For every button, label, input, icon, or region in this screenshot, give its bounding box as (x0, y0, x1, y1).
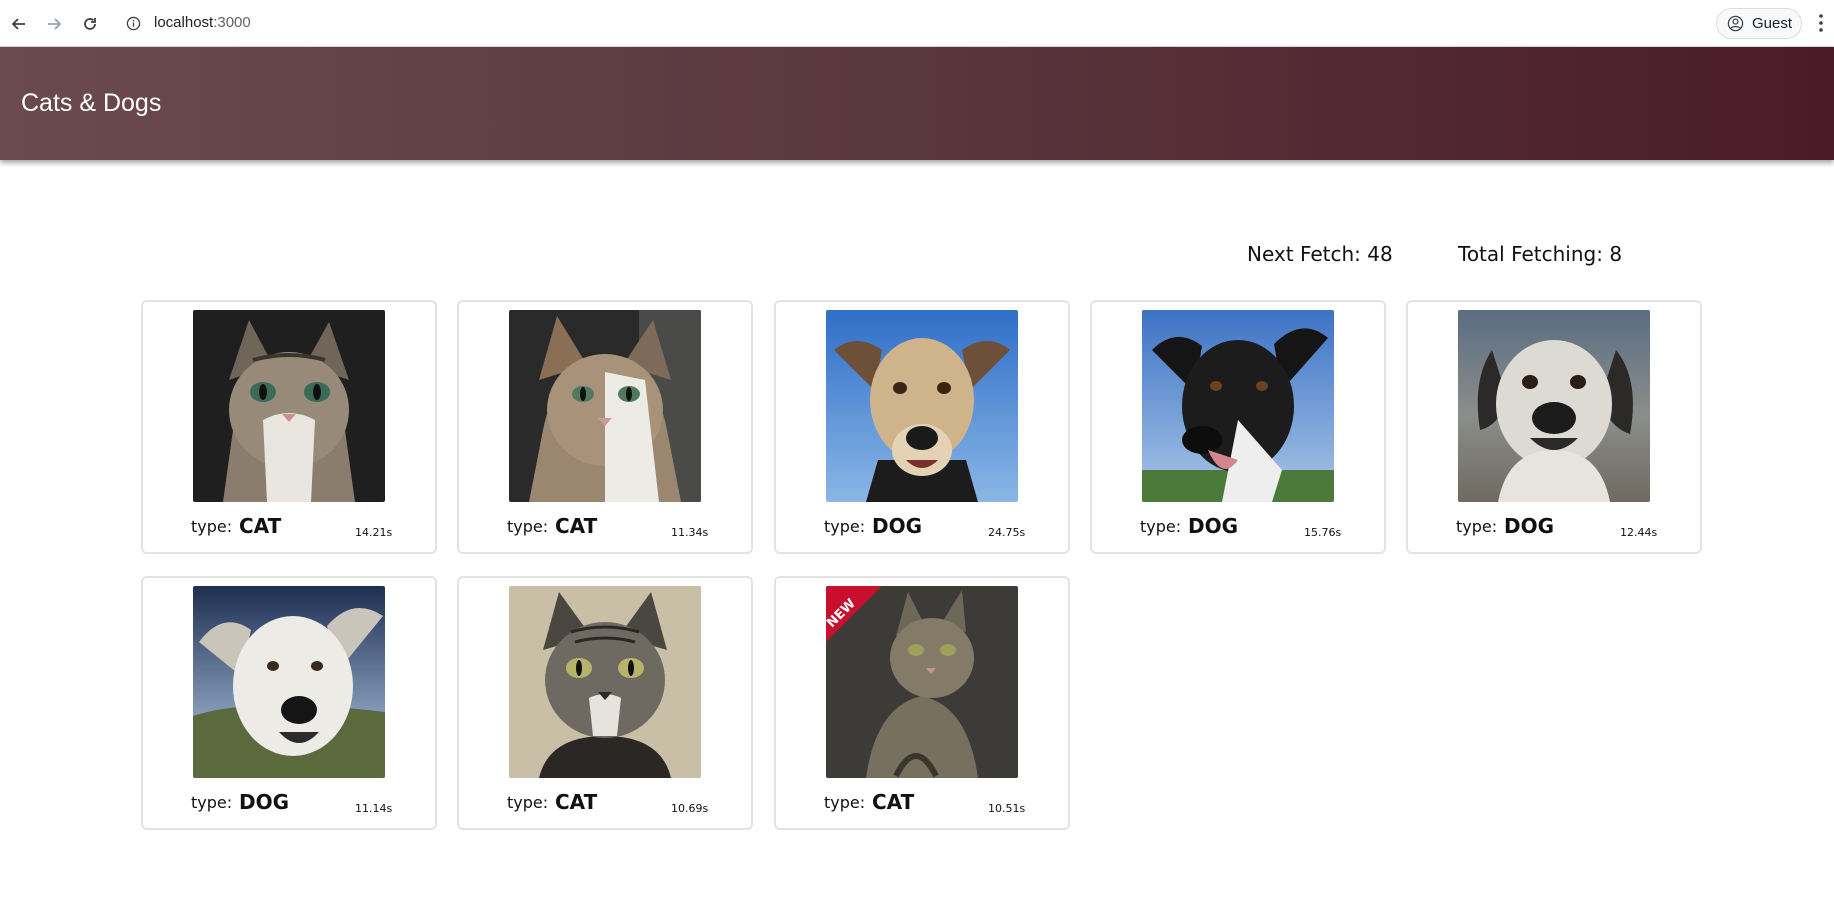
pet-card: type: DOG 12.44s (1406, 300, 1702, 554)
dog-photo (1458, 310, 1650, 502)
pet-card: type: CAT 14.21s (141, 300, 437, 554)
more-vert-icon[interactable] (1814, 12, 1828, 34)
reload-icon (84, 18, 96, 30)
account-icon (1727, 15, 1744, 32)
dog-photo (1142, 310, 1334, 502)
fetch-time: 11.14s (355, 802, 393, 815)
pet-card: type: DOG 15.76s (1090, 300, 1386, 554)
fetch-time: 15.76s (1304, 526, 1342, 539)
type-value: CAT (239, 514, 282, 538)
cat-photo (509, 310, 701, 502)
pet-card: type: DOG 24.75s (774, 300, 1070, 554)
type-value: DOG (1504, 514, 1555, 538)
forward-button[interactable] (40, 10, 68, 38)
pet-card: NEW type: CAT 10.51s (774, 576, 1070, 830)
fetch-time: 24.75s (988, 526, 1026, 539)
cat-photo: NEW (826, 586, 1018, 778)
fetch-time: 12.44s (1620, 526, 1658, 539)
back-button[interactable] (5, 10, 33, 38)
type-label: type: (1456, 517, 1498, 536)
type-value: DOG (1188, 514, 1239, 538)
type-label: type: (1140, 517, 1182, 536)
url-host: localhost (154, 14, 214, 31)
profile-button[interactable]: Guest (1716, 8, 1802, 39)
type-value: DOG (239, 790, 290, 814)
next-fetch-counter: Next Fetch: 48 (1247, 242, 1393, 266)
arrow-left-icon (11, 18, 25, 30)
url-text: localhost:3000 (154, 14, 251, 31)
type-label: type: (507, 517, 549, 536)
profile-label: Guest (1752, 15, 1793, 32)
dog-photo (826, 310, 1018, 502)
page-title: Cats & Dogs (21, 89, 162, 117)
cat-photo (193, 310, 385, 502)
cat-photo (509, 586, 701, 778)
type-label: type: (824, 517, 866, 536)
type-label: type: (824, 793, 866, 812)
type-label: type: (191, 517, 233, 536)
fetch-time: 10.51s (988, 802, 1026, 815)
app-header: Cats & Dogs (0, 47, 1834, 160)
info-icon[interactable] (126, 16, 141, 31)
type-value: DOG (872, 514, 923, 538)
total-fetching-counter: Total Fetching: 8 (1458, 242, 1623, 266)
browser-toolbar: localhost:3000 Guest (0, 0, 1834, 47)
pet-card: type: CAT 11.34s (457, 300, 753, 554)
fetch-time: 14.21s (355, 526, 393, 539)
type-value: CAT (872, 790, 915, 814)
type-label: type: (507, 793, 549, 812)
arrow-right-icon (48, 18, 62, 30)
pet-card: type: DOG 11.14s (141, 576, 437, 830)
reload-button[interactable] (76, 10, 104, 38)
dog-photo (193, 586, 385, 778)
type-value: CAT (555, 790, 598, 814)
fetch-time: 11.34s (671, 526, 709, 539)
type-label: type: (191, 793, 233, 812)
type-value: CAT (555, 514, 598, 538)
pet-card: type: CAT 10.69s (457, 576, 753, 830)
fetch-time: 10.69s (671, 802, 709, 815)
address-bar[interactable]: localhost:3000 (116, 6, 1706, 41)
url-port: :3000 (213, 14, 251, 31)
